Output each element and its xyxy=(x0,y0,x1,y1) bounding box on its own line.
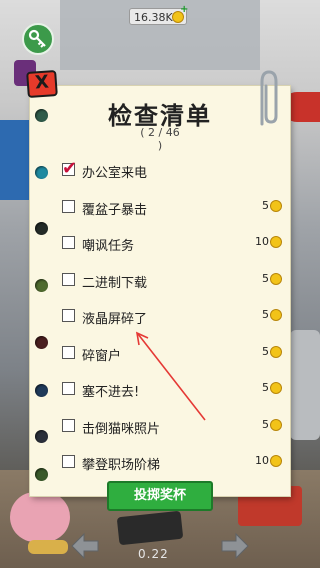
binder-hole xyxy=(35,336,48,349)
arrow-left-icon[interactable] xyxy=(70,532,100,560)
checklist-checkbox xyxy=(62,309,75,322)
checklist-checkbox xyxy=(62,346,75,359)
checklist-item: 覆盆子暴击 5 xyxy=(62,198,282,218)
version-label: 0.22 xyxy=(138,547,169,561)
checklist-item: 液晶屏碎了 5 xyxy=(62,307,282,327)
checklist-item-label: 液晶屏碎了 xyxy=(82,312,148,327)
checklist-item-label: 嘲讽任务 xyxy=(82,239,135,254)
coin-counter: 16.38K xyxy=(129,8,187,25)
binder-hole xyxy=(35,109,48,122)
reward: 5 xyxy=(262,199,282,212)
checklist-item-label: 击倒猫咪照片 xyxy=(82,422,161,437)
progress-close: ) xyxy=(157,139,163,152)
background-machine xyxy=(290,330,320,440)
reward: 5 xyxy=(262,381,282,394)
reward: 10 xyxy=(255,454,282,467)
throw-trophy-button[interactable]: 投掷奖杯 xyxy=(107,481,213,511)
coin-icon xyxy=(270,308,282,321)
checklist-item: ✔ 办公室来电 xyxy=(62,158,282,181)
checklist-item-label: 攀登职场阶梯 xyxy=(82,458,161,473)
reward-amount: 10 xyxy=(255,235,269,248)
checklist-item: 嘲讽任务 10 xyxy=(62,234,282,254)
piggy-bank xyxy=(10,492,70,542)
checklist-item: 攀登职场阶梯 10 xyxy=(62,453,282,473)
key-button[interactable] xyxy=(22,23,54,55)
checklist-item: 碎窗户 5 xyxy=(62,344,282,364)
binder-hole xyxy=(35,166,48,179)
coin-icon xyxy=(270,235,282,248)
progress-count: ( 2 / 46 xyxy=(140,126,180,139)
binder-hole xyxy=(35,279,48,292)
reward-amount: 5 xyxy=(262,308,269,321)
checklist-item-label: 二进制下载 xyxy=(82,276,148,291)
checkmark-icon: ✔ xyxy=(62,158,78,179)
coin-icon xyxy=(270,381,282,394)
background-monitor xyxy=(0,120,30,200)
coin-icon xyxy=(270,272,282,285)
checklist-checkbox xyxy=(62,200,75,213)
binder-hole xyxy=(35,222,48,235)
checklist-item-label: 办公室来电 xyxy=(82,166,148,181)
reward-amount: 5 xyxy=(262,272,269,285)
arrow-right-icon[interactable] xyxy=(220,532,250,560)
reward-amount: 5 xyxy=(262,199,269,212)
checklist-progress: ( 2 / 46 ) xyxy=(60,126,260,152)
checklist-checkbox: ✔ xyxy=(62,158,77,179)
binder-hole xyxy=(35,384,48,397)
checklist-item: 塞不进去! 5 xyxy=(62,380,282,400)
reward-amount: 10 xyxy=(255,454,269,467)
reward-amount: 5 xyxy=(262,418,269,431)
reward: 5 xyxy=(262,272,282,285)
add-coins-icon[interactable]: + xyxy=(180,4,188,15)
checklist-item: 击倒猫咪照片 5 xyxy=(62,417,282,437)
checklist-item-label: 塞不进去! xyxy=(82,385,140,400)
reward: 5 xyxy=(262,345,282,358)
checklist-checkbox xyxy=(62,455,75,468)
close-button[interactable]: X xyxy=(26,69,58,99)
coin-pile xyxy=(28,540,68,554)
coin-icon xyxy=(270,418,282,431)
reward: 5 xyxy=(262,418,282,431)
checklist-item: 二进制下载 5 xyxy=(62,271,282,291)
checklist-item-label: 覆盆子暴击 xyxy=(82,203,148,218)
coin-icon xyxy=(270,345,282,358)
checklist-checkbox xyxy=(62,382,75,395)
key-icon xyxy=(28,29,46,48)
reward-amount: 5 xyxy=(262,345,269,358)
binder-hole xyxy=(35,430,48,443)
checklist-checkbox xyxy=(62,419,75,432)
coin-count: 16.38K xyxy=(134,11,173,24)
checklist-item-label: 碎窗户 xyxy=(82,349,122,364)
checklist-checkbox xyxy=(62,236,75,249)
coin-icon xyxy=(270,199,282,212)
reward: 10 xyxy=(255,235,282,248)
binder-hole xyxy=(35,468,48,481)
reward-amount: 5 xyxy=(262,381,269,394)
checklist-checkbox xyxy=(62,273,75,286)
coin-icon xyxy=(270,454,282,467)
reward: 5 xyxy=(262,308,282,321)
